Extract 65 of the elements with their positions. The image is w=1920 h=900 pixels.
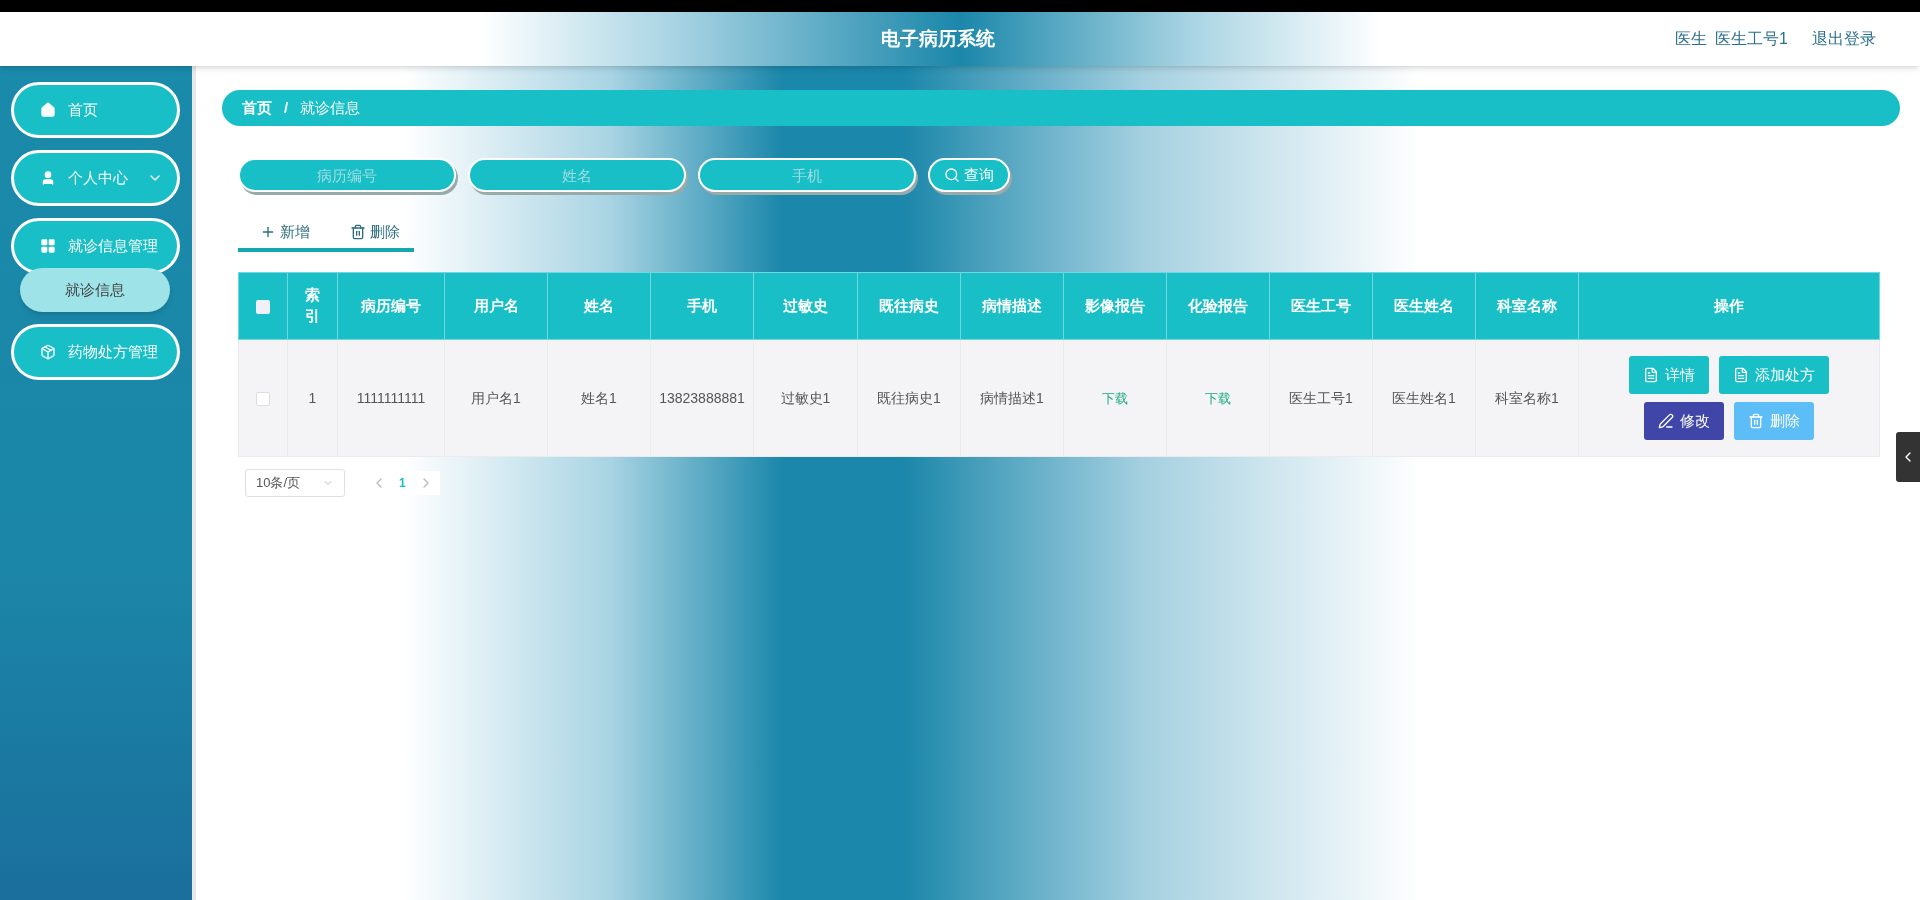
column-header: 化验报告 [1188, 297, 1248, 314]
column-header: 过敏史 [783, 297, 828, 314]
download-link[interactable]: 下载 [1102, 388, 1128, 408]
box-icon [40, 344, 56, 360]
column-header: 索引 [305, 285, 320, 326]
column-header: 操作 [1714, 297, 1744, 314]
table-cell: 13823888881 [659, 389, 745, 406]
column-header: 病情描述 [982, 297, 1042, 314]
trash-icon [1748, 413, 1764, 429]
column-header: 用户名 [473, 297, 519, 314]
menu-item[interactable]: 就诊信息管理 [11, 218, 180, 274]
user-name: 医生工号1 [1715, 29, 1788, 49]
page-size-select[interactable]: 10条/页 [245, 469, 345, 497]
table-cell: 姓名1 [581, 389, 617, 406]
menu-item[interactable]: 药物处方管理 [11, 324, 180, 380]
column-header: 手机 [687, 297, 717, 314]
home-icon [40, 102, 56, 118]
breadcrumb-separator: / [284, 97, 289, 118]
document-icon [1643, 367, 1659, 383]
table-cell: 过敏史1 [780, 389, 831, 406]
table-cell: 科室名称1 [1495, 389, 1559, 406]
detail-button[interactable]: 详情 [1629, 356, 1709, 394]
document-icon [1733, 367, 1749, 383]
row-checkbox[interactable] [256, 391, 270, 406]
prescribe-button[interactable]: 添加处方 [1719, 356, 1829, 394]
menu-item[interactable]: 个人中心 [11, 150, 180, 206]
search-icon [944, 167, 960, 183]
column-header: 姓名 [584, 297, 614, 314]
search-field[interactable]: 病历编号 [238, 158, 456, 192]
pen-icon [1658, 413, 1674, 429]
collapse-tab[interactable] [1896, 432, 1920, 482]
menu-item[interactable]: 首页 [11, 82, 180, 138]
column-header: 病历编号 [361, 297, 421, 314]
table-cell: 1 [308, 389, 317, 406]
app-title: 电子病历系统 [881, 26, 995, 51]
user-role: 医生 [1675, 29, 1708, 49]
table-cell: 用户名1 [471, 389, 521, 406]
add-button[interactable]: 新增 [260, 220, 310, 244]
edit-button[interactable]: 修改 [1644, 402, 1724, 440]
breadcrumb-home[interactable]: 首页 [242, 96, 272, 120]
trash-icon [350, 224, 366, 240]
delete-button[interactable]: 删除 [350, 220, 400, 244]
column-header: 影像报告 [1085, 297, 1145, 314]
column-header: 医生姓名 [1394, 297, 1454, 314]
table-cell: 既往病史1 [877, 389, 941, 406]
logout-link[interactable]: 退出登录 [1812, 27, 1876, 51]
table-cell: 1111111111 [356, 389, 426, 406]
breadcrumb-current: 就诊信息 [300, 97, 361, 118]
search-field[interactable]: 姓名 [468, 158, 686, 192]
search-field[interactable]: 手机 [698, 158, 916, 192]
download-link[interactable]: 下载 [1205, 388, 1231, 408]
table-cell: 医生姓名1 [1392, 389, 1456, 406]
column-header: 既往病史 [879, 297, 939, 314]
delete-button[interactable]: 删除 [1734, 402, 1814, 440]
table-cell: 医生工号1 [1289, 389, 1353, 406]
column-header: 医生工号 [1291, 297, 1351, 314]
user-icon [40, 170, 56, 186]
plus-icon [260, 224, 276, 240]
page-number[interactable]: 1 [395, 474, 410, 492]
table-cell: 病情描述1 [980, 389, 1044, 406]
search-button[interactable]: 查询 [928, 158, 1010, 192]
grid-icon [40, 238, 56, 254]
select-all-checkbox[interactable] [256, 299, 270, 314]
column-header: 科室名称 [1497, 297, 1557, 314]
submenu-item[interactable]: 就诊信息 [20, 268, 170, 312]
